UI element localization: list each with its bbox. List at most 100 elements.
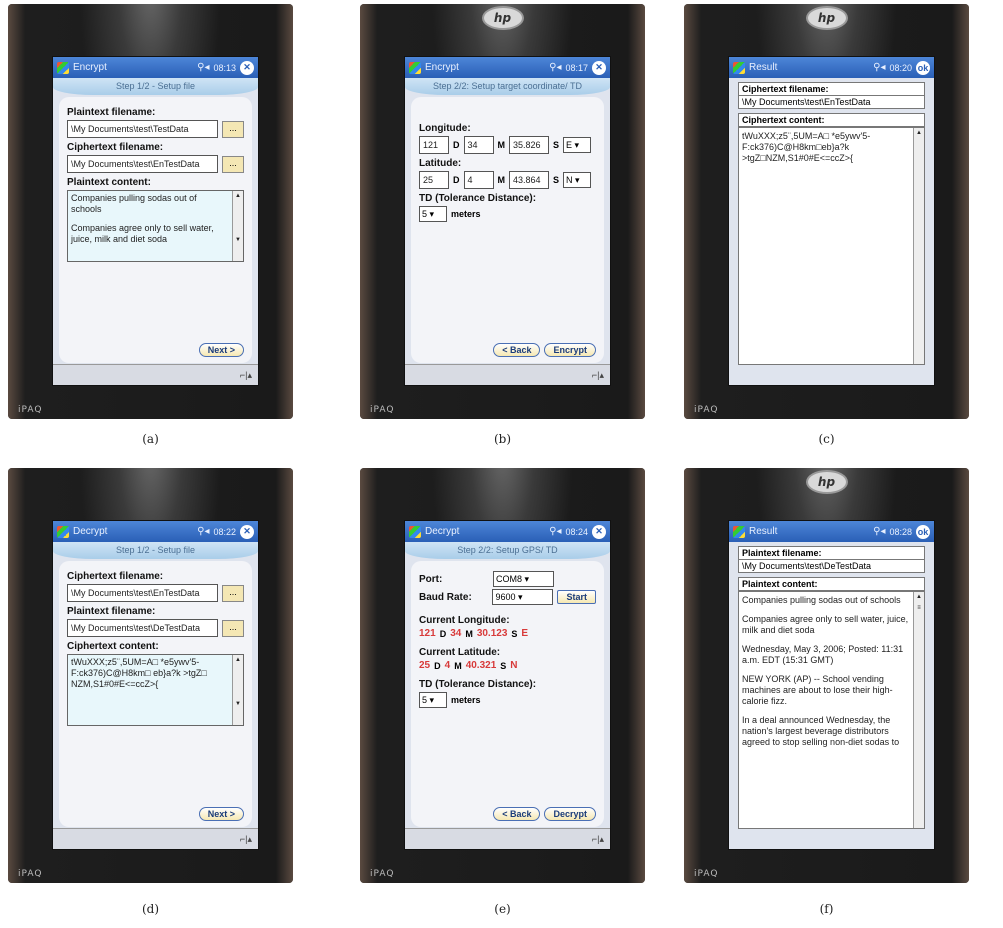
windows-start-icon[interactable]	[57, 525, 69, 538]
form-body: Port: COM8 ▾ Baud Rate: 9600 ▾ Start Cur…	[411, 561, 604, 827]
unit-d: D	[453, 175, 460, 185]
close-icon[interactable]: ✕	[240, 60, 254, 75]
start-button[interactable]: Start	[557, 590, 596, 604]
browse-ciphertext-button[interactable]: ...	[222, 584, 244, 602]
ciphertext-content-area[interactable]: tWuXXX;z5¨,5UM=A□ *e5ywv'5-F:ck376)C@H8k…	[67, 654, 244, 726]
clock: 08:20	[889, 62, 912, 73]
content-text: tWuXXX;z5¨,5UM=A□ *e5ywv'5-F:ck376)C@H8k…	[742, 131, 871, 163]
close-icon[interactable]: ✕	[592, 60, 606, 75]
app-title: Encrypt	[425, 62, 459, 73]
ok-button[interactable]: ok	[916, 524, 930, 539]
title-bar: Encrypt ⚲◂ 08:17 ✕	[405, 57, 610, 78]
title-bar: Result ⚲◂ 08:28 ok	[729, 521, 934, 542]
keyboard-toggle-icon[interactable]: ⌐|▴	[53, 364, 258, 385]
keyboard-toggle-icon[interactable]: ⌐|▴	[53, 828, 258, 849]
latitude-direction: N	[510, 660, 518, 671]
latitude-seconds-input[interactable]: 43.864	[509, 171, 549, 189]
device-photo-f: hp Result ⚲◂ 08:28 ok Plaintext filename…	[684, 468, 969, 883]
device-brand: iPAQ	[370, 405, 395, 415]
windows-start-icon[interactable]	[733, 525, 745, 538]
unit-m: M	[497, 140, 506, 150]
latitude-minutes: 4	[444, 660, 451, 671]
ciphertext-content-area[interactable]: tWuXXX;z5¨,5UM=A□ *e5ywv'5-F:ck376)C@H8k…	[738, 127, 925, 365]
title-bar: Decrypt ⚲◂ 08:24 ✕	[405, 521, 610, 542]
connectivity-icon: ⚲◂	[197, 62, 210, 73]
tolerance-distance-select[interactable]: 5 ▾	[419, 206, 447, 222]
scrollbar[interactable]: ▲	[913, 128, 924, 364]
decrypt-button[interactable]: Decrypt	[544, 807, 596, 821]
unit-d: D	[453, 140, 460, 150]
encrypt-button[interactable]: Encrypt	[544, 343, 596, 357]
windows-start-icon[interactable]	[409, 525, 421, 538]
plaintext-content-area[interactable]: Companies pulling sodas out of schools C…	[738, 591, 925, 829]
browse-plaintext-button[interactable]: ...	[222, 619, 244, 637]
ciphertext-filename-input[interactable]: \My Documents\test\EnTestData	[67, 584, 218, 602]
step-header: Step 1/2 - Setup file	[53, 542, 258, 559]
result-body: Plaintext filename: \My Documents\test\D…	[735, 543, 928, 849]
longitude-degrees-input[interactable]: 121	[419, 136, 449, 154]
back-button[interactable]: < Back	[493, 807, 541, 821]
plaintext-content-area[interactable]: Companies pulling sodas out of schools C…	[67, 190, 244, 262]
port-select[interactable]: COM8 ▾	[493, 571, 554, 587]
current-latitude-label: Current Latitude:	[419, 647, 501, 658]
keyboard-toggle-icon[interactable]: ⌐|▴	[405, 828, 610, 849]
result-body: Ciphertext filename: \My Documents\test\…	[735, 79, 928, 385]
longitude-minutes-input[interactable]: 34	[463, 136, 494, 154]
clock: 08:13	[213, 62, 236, 73]
ciphertext-filename-label: Ciphertext filename:	[67, 142, 164, 153]
clock: 08:17	[565, 62, 588, 73]
browse-plaintext-button[interactable]: ...	[222, 120, 244, 138]
tolerance-distance-select[interactable]: 5 ▾	[419, 692, 447, 708]
connectivity-icon: ⚲◂	[873, 526, 886, 537]
device-photo-a: Encrypt ⚲◂ 08:13 ✕ Step 1/2 - Setup file…	[8, 4, 293, 419]
windows-start-icon[interactable]	[409, 61, 421, 74]
plaintext-content-label: Plaintext content:	[67, 177, 151, 188]
longitude-seconds-input[interactable]: 35.826	[509, 136, 549, 154]
meters-unit: meters	[451, 695, 481, 705]
plaintext-filename-label: Plaintext filename:	[738, 546, 925, 560]
ciphertext-filename-input[interactable]: \My Documents\test\EnTestData	[67, 155, 218, 173]
selected-value: 5	[422, 209, 428, 219]
baud-rate-label: Baud Rate:	[419, 591, 472, 603]
back-button[interactable]: < Back	[493, 343, 541, 357]
windows-start-icon[interactable]	[57, 61, 69, 74]
plaintext-filename-input[interactable]: \My Documents\test\TestData	[67, 120, 218, 138]
plaintext-filename-input[interactable]: \My Documents\test\DeTestData	[67, 619, 218, 637]
close-icon[interactable]: ✕	[240, 524, 254, 539]
clock: 08:22	[213, 526, 236, 537]
plaintext-filename-label: Plaintext filename:	[67, 107, 156, 118]
latitude-degrees-input[interactable]: 25	[419, 171, 449, 189]
latitude-direction-select[interactable]: N ▾	[563, 172, 592, 188]
baud-rate-select[interactable]: 9600 ▾	[492, 589, 554, 605]
close-icon[interactable]: ✕	[592, 524, 606, 539]
scrollbar[interactable]: ▲ ≡	[913, 592, 924, 828]
content-paragraph: Companies pulling sodas out of schools	[71, 193, 197, 214]
windows-start-icon[interactable]	[733, 61, 745, 74]
selected-value: 9600	[495, 592, 516, 602]
screen-e: Decrypt ⚲◂ 08:24 ✕ Step 2/2: Setup GPS/ …	[404, 520, 611, 850]
next-button[interactable]: Next >	[198, 343, 244, 357]
unit-s: S	[553, 140, 560, 150]
clock: 08:28	[889, 526, 912, 537]
longitude-degrees: 121	[419, 628, 436, 639]
current-longitude-label: Current Longitude:	[419, 615, 510, 626]
plaintext-filename-value: \My Documents\test\DeTestData	[738, 560, 925, 573]
longitude-direction-select[interactable]: E ▾	[563, 137, 592, 153]
content-paragraph: Companies agree only to sell water, juic…	[742, 614, 909, 635]
screen-d: Decrypt ⚲◂ 08:22 ✕ Step 1/2 - Setup file…	[52, 520, 259, 850]
browse-ciphertext-button[interactable]: ...	[222, 155, 244, 173]
step-header: Step 1/2 - Setup file	[53, 78, 258, 95]
next-button[interactable]: Next >	[198, 807, 244, 821]
keyboard-toggle-icon[interactable]: ⌐|▴	[405, 364, 610, 385]
unit-m: M	[497, 175, 506, 185]
scrollbar[interactable]: ▲ ▼	[232, 655, 243, 725]
ciphertext-filename-value: \My Documents\test\EnTestData	[738, 96, 925, 109]
title-bar: Encrypt ⚲◂ 08:13 ✕	[53, 57, 258, 78]
latitude-minutes-input[interactable]: 4	[463, 171, 494, 189]
ok-button[interactable]: ok	[916, 60, 930, 75]
hp-logo: hp	[805, 6, 848, 30]
selected-value: 5	[422, 695, 428, 705]
content-paragraph: Companies pulling sodas out of schools	[742, 595, 901, 605]
scrollbar[interactable]: ▲ ▼	[232, 191, 243, 261]
ciphertext-filename-label: Ciphertext filename:	[738, 82, 925, 96]
